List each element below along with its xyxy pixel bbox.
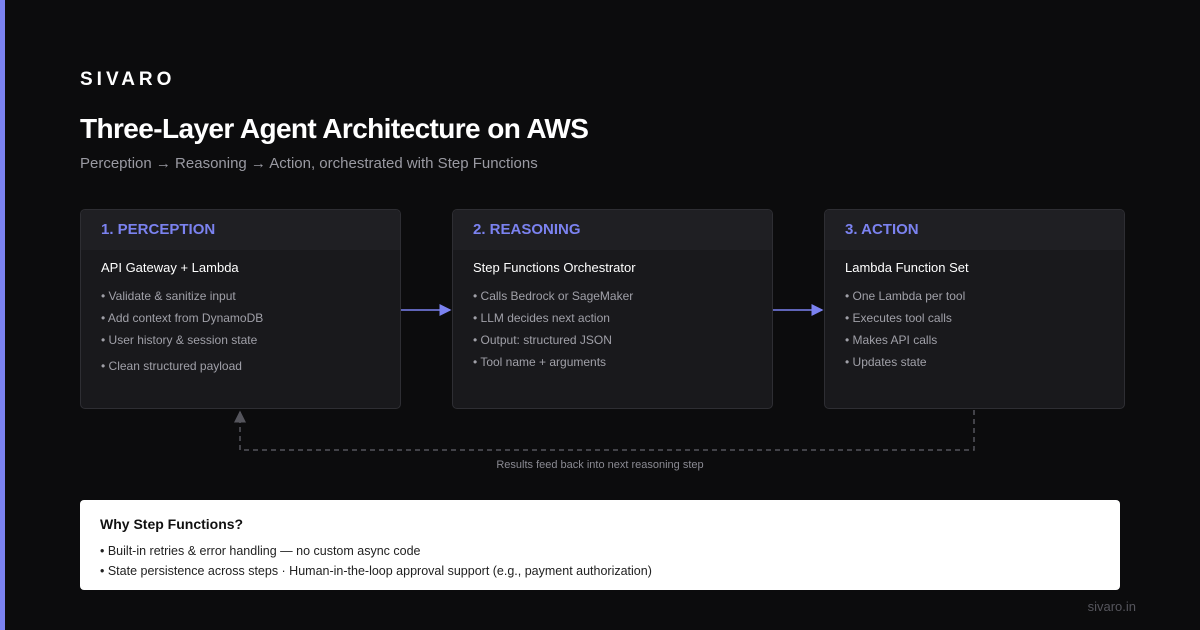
layer-item: • Output: structured JSON [473,333,612,347]
layer-item: • Add context from DynamoDB [101,311,264,325]
layer-card-reasoning: 2. REASONING Step Functions Orchestrator… [452,209,773,409]
layer-card-action: 3. ACTION Lambda Function Set • One Lamb… [824,209,1125,409]
layer-heading: Lambda Function Set [845,260,969,275]
layer-card-header: 2. REASONING [453,210,772,250]
layer-item: • Makes API calls [845,333,938,347]
why-title: Why Step Functions? [100,516,244,532]
layer-item: • Updates state [845,355,927,369]
layer-heading: API Gateway + Lambda [101,260,239,275]
feedback-caption: Results feed back into next reasoning st… [496,459,704,471]
layer-item: • Calls Bedrock or SageMaker [473,289,634,303]
page-title: Three-Layer Agent Architecture on AWS [80,113,589,144]
layer-label: 2. REASONING [473,221,581,238]
footer-url: sivaro.in [1087,599,1136,614]
layer-item: • Executes tool calls [845,311,952,325]
layer-item: • Tool name + arguments [473,355,607,369]
layer-item: • User history & session state [101,333,258,347]
why-step-functions-box: Why Step Functions? • Built-in retries &… [80,500,1120,590]
brand-logo: SIVARO [80,69,176,90]
layer-heading: Step Functions Orchestrator [473,260,636,275]
layer-item: • Validate & sanitize input [101,289,236,303]
why-item: • Built-in retries & error handling — no… [100,544,421,558]
page-subtitle: Perception → Reasoning → Action, orchest… [80,155,538,172]
accent-bar [0,0,5,630]
layer-card-header: 1. PERCEPTION [81,210,400,250]
why-item: • State persistence across steps · Human… [100,564,652,578]
layer-item: • LLM decides next action [473,311,610,325]
feedback-loop-arrow [234,410,975,451]
layer-item: • One Lambda per tool [845,289,966,303]
layer-card-perception: 1. PERCEPTION API Gateway + Lambda • Val… [80,209,401,409]
layer-item: • Clean structured payload [101,359,242,373]
layer-label: 1. PERCEPTION [101,221,216,238]
layer-card-header: 3. ACTION [825,210,1124,250]
layer-label: 3. ACTION [845,221,919,238]
